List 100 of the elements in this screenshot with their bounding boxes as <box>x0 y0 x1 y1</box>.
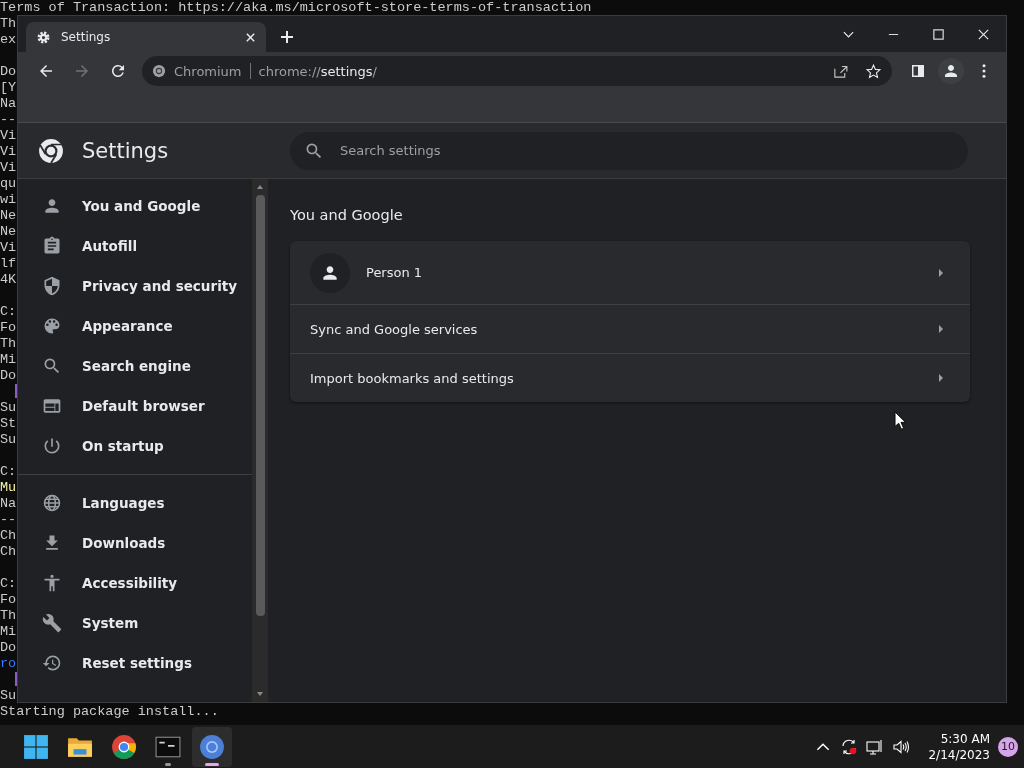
scrollbar-thumb[interactable] <box>255 195 265 616</box>
taskbar-app[interactable] <box>192 726 232 767</box>
nav-item[interactable]: Search engine <box>18 346 252 386</box>
side-panel-icon[interactable] <box>909 62 927 80</box>
terminal-line: qu <box>0 176 17 191</box>
terminal-line: Terms of Transaction: https://aka.ms/microsoft-store-terms-of-transaction <box>0 0 592 15</box>
terminal-line: Na <box>0 496 17 511</box>
nav-item[interactable]: You and Google <box>18 186 252 226</box>
terminal-line: Su <box>0 400 17 415</box>
terminal-line: Mi <box>0 624 17 639</box>
start-icon <box>23 733 49 760</box>
notification-count[interactable]: 10 <box>998 736 1018 757</box>
terminal-line: St <box>0 416 17 431</box>
chromium-icon <box>199 733 225 760</box>
nav-item[interactable]: Downloads <box>18 523 252 563</box>
terminal-line: Fo <box>0 592 17 607</box>
settings-row[interactable]: Person 1 <box>290 241 970 304</box>
terminal-line: Ch <box>0 528 17 543</box>
terminal-line: ex <box>0 32 17 47</box>
terminal-line: C: <box>0 304 17 319</box>
maximize-icon[interactable] <box>932 28 945 41</box>
nav-item[interactable]: On startup <box>18 426 252 466</box>
terminal-line: 4K <box>0 272 17 287</box>
terminal-line: Th <box>0 608 17 623</box>
search-field[interactable]: Search settings <box>290 131 968 170</box>
terminal-line: -- <box>0 512 17 527</box>
chromium-logo-icon <box>38 137 64 164</box>
reload-icon[interactable] <box>109 62 127 80</box>
search-input[interactable]: Search settings <box>338 142 954 159</box>
terminal-line: Su <box>0 688 17 703</box>
chrome-icon <box>111 733 137 760</box>
terminal-line: Th <box>0 16 17 31</box>
power-icon <box>42 436 62 456</box>
terminal-line: Ne <box>0 208 17 223</box>
avatar-icon <box>310 252 350 293</box>
person-icon <box>942 62 960 80</box>
history-icon <box>42 653 62 673</box>
url-text: chrome://settings/ <box>258 63 377 79</box>
nav-item[interactable]: Appearance <box>18 306 252 346</box>
nav-item[interactable]: Accessibility <box>18 563 252 603</box>
terminal-line: Do <box>0 368 17 383</box>
terminal-line: C: <box>0 464 17 479</box>
nav-item[interactable]: Default browser <box>18 386 252 426</box>
nav-item[interactable]: System <box>18 603 252 643</box>
arrow-up-icon[interactable] <box>256 184 264 190</box>
forward-arrow-icon[interactable] <box>73 62 91 80</box>
search-icon <box>42 356 62 376</box>
address-bar[interactable]: Chromium chrome://settings/ <box>142 56 892 86</box>
terminal-line: Vi <box>0 144 17 159</box>
arrow-down-icon[interactable] <box>256 691 264 697</box>
clock[interactable]: 5:30 AM 2/14/2023 <box>928 730 990 763</box>
terminal-line: Vi <box>0 240 17 255</box>
terminal-line: lf <box>0 256 17 271</box>
nav-item[interactable]: Autofill <box>18 226 252 266</box>
nav-item[interactable]: Privacy and security <box>18 266 252 306</box>
terminal-line: Fo <box>0 320 17 335</box>
terminal-line: Vi <box>0 128 17 143</box>
globe-icon <box>42 493 62 513</box>
arrow-right-icon <box>938 373 944 383</box>
plus-icon[interactable] <box>280 30 294 44</box>
monitor-icon[interactable] <box>866 737 885 756</box>
browser-window-icon <box>42 396 62 416</box>
sync-icon[interactable] <box>840 737 859 756</box>
settings-row[interactable]: Import bookmarks and settings <box>290 353 970 402</box>
chromium-logo-icon <box>152 64 166 78</box>
terminal-line: C: <box>0 576 17 591</box>
settings-row[interactable]: Sync and Google services <box>290 304 970 353</box>
profile-button[interactable] <box>938 58 964 84</box>
terminal-line: Su <box>0 432 17 447</box>
terminal-line: Ne <box>0 224 17 239</box>
terminal-line: Mu <box>0 480 17 495</box>
terminal-line: Na <box>0 96 17 111</box>
terminal-line: Starting package install... <box>0 704 219 719</box>
star-icon[interactable] <box>865 62 882 80</box>
site-label: Chromium <box>174 63 242 79</box>
arrow-right-icon <box>938 267 944 278</box>
terminal-line: [Y <box>0 80 17 95</box>
speaker-icon[interactable] <box>892 737 911 756</box>
nav-item[interactable]: Languages <box>18 483 252 523</box>
gear-icon <box>36 29 51 45</box>
terminal-line: Do <box>0 64 17 79</box>
terminal-line: ro <box>0 656 17 671</box>
terminal-line: Do <box>0 640 17 655</box>
terminal-line: Ch <box>0 544 17 559</box>
shield-icon <box>42 276 62 296</box>
browser-tab[interactable]: Settings <box>26 22 266 52</box>
terminal-line: Vi <box>0 160 17 175</box>
close-icon[interactable] <box>245 31 256 43</box>
nav-item[interactable]: Reset settings <box>18 643 252 683</box>
terminal-line: Mi <box>0 352 17 367</box>
arrow-right-icon <box>938 324 944 334</box>
mouse-pointer-icon <box>894 411 907 431</box>
palette-icon <box>42 316 62 336</box>
wrench-icon <box>42 613 62 633</box>
terminal-line: Th <box>0 336 17 351</box>
accessibility-icon <box>42 573 62 593</box>
close-icon[interactable] <box>977 28 990 41</box>
page-title: Settings <box>82 138 169 163</box>
section-title: You and Google <box>290 207 404 223</box>
clipboard-icon <box>42 236 62 256</box>
